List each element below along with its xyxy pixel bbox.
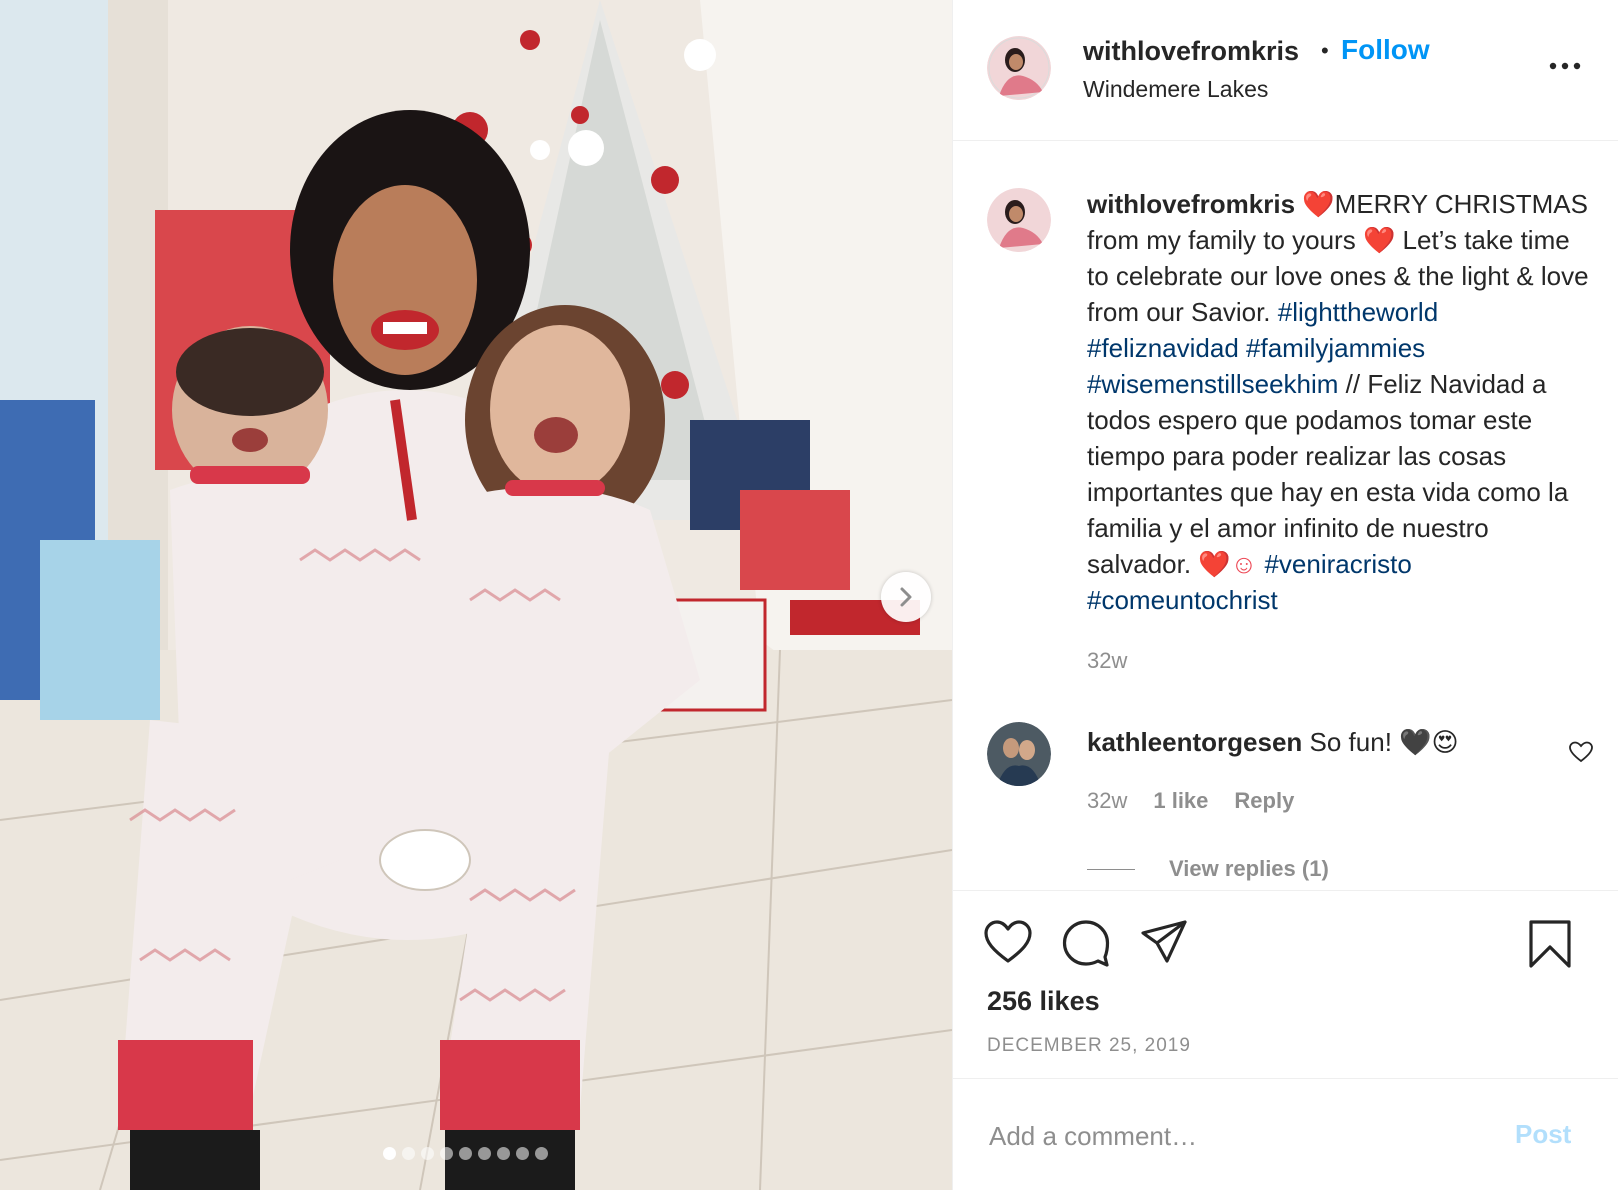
carousel-dot	[478, 1147, 491, 1160]
carousel-dot	[440, 1147, 453, 1160]
comment-likes[interactable]: 1 like	[1153, 788, 1208, 814]
hashtag-link[interactable]: #comeuntochrist	[1087, 585, 1278, 615]
commenter-username[interactable]: kathleentorgesen	[1087, 727, 1302, 757]
reply-button[interactable]: Reply	[1234, 788, 1294, 814]
separator-dot: •	[1321, 38, 1329, 63]
commenter-avatar[interactable]	[987, 722, 1051, 786]
post-details-panel: withlovefromkris • Follow Windemere Lake…	[952, 0, 1618, 1190]
hashtag-link[interactable]: #veniracristo	[1264, 549, 1411, 579]
post-date[interactable]: DECEMBER 25, 2019	[987, 1035, 1191, 1057]
divider-line	[1087, 868, 1135, 870]
post-location[interactable]: Windemere Lakes	[1083, 76, 1268, 103]
heart-icon[interactable]	[983, 919, 1033, 965]
carousel-indicator	[383, 1147, 548, 1160]
avatar-image	[987, 722, 1051, 786]
post-comment-button[interactable]: Post	[1515, 1119, 1571, 1150]
avatar-image	[987, 36, 1051, 100]
more-options-icon[interactable]	[1545, 56, 1585, 76]
carousel-dot	[516, 1147, 529, 1160]
add-comment-section: Post	[953, 1078, 1618, 1191]
carousel-dot	[459, 1147, 472, 1160]
carousel-dot	[402, 1147, 415, 1160]
carousel-dot	[421, 1147, 434, 1160]
comment-body: So fun! 🖤😍	[1309, 727, 1459, 757]
follow-button[interactable]: Follow	[1341, 34, 1430, 66]
comment-timestamp[interactable]: 32w	[1087, 788, 1127, 814]
hashtag-link[interactable]: #lighttheworld	[1278, 297, 1438, 327]
caption-text: withlovefromkris ❤️MERRY CHRISTMAS from …	[1087, 186, 1597, 618]
heart-emoji: ❤️	[1362, 225, 1396, 255]
author-avatar[interactable]	[987, 36, 1051, 100]
caption-username[interactable]: withlovefromkris	[1087, 189, 1295, 219]
hashtag-link[interactable]: #wisemenstillseekhim	[1087, 369, 1338, 399]
caption-part: // Feliz Navidad a todos espero que poda…	[1087, 369, 1569, 579]
comment-text: kathleentorgesen So fun! 🖤😍	[1087, 724, 1459, 760]
emoji: ❤️☺	[1198, 549, 1258, 579]
caption-author-avatar[interactable]	[987, 188, 1051, 252]
carousel-dot	[383, 1147, 396, 1160]
carousel-next-button[interactable]	[881, 572, 931, 622]
comment-icon[interactable]	[1061, 919, 1111, 967]
post-header: withlovefromkris • Follow Windemere Lake…	[953, 0, 1618, 141]
bookmark-icon[interactable]	[1527, 919, 1573, 969]
comment-meta: 32w 1 like Reply	[1087, 788, 1294, 814]
view-replies-button[interactable]: View replies (1)	[1087, 856, 1329, 882]
chevron-right-icon	[900, 587, 912, 607]
heart-icon[interactable]	[1568, 740, 1594, 764]
share-icon[interactable]	[1139, 919, 1189, 965]
avatar-image	[987, 188, 1051, 252]
carousel-dot	[497, 1147, 510, 1160]
carousel-dot	[535, 1147, 548, 1160]
likes-count[interactable]: 256 likes	[987, 986, 1100, 1017]
author-username[interactable]: withlovefromkris	[1083, 36, 1299, 67]
caption-timestamp[interactable]: 32w	[1087, 648, 1127, 674]
view-replies-label: View replies (1)	[1169, 856, 1329, 881]
post-photo[interactable]	[0, 0, 952, 1190]
comment-input[interactable]	[987, 1115, 1491, 1157]
hashtag-link[interactable]: #familyjammies	[1246, 333, 1425, 363]
hashtag-link[interactable]: #feliznavidad	[1087, 333, 1239, 363]
heart-emoji: ❤️	[1302, 189, 1335, 219]
photo-scene	[0, 0, 952, 1190]
instagram-post: withlovefromkris • Follow Windemere Lake…	[0, 0, 1618, 1190]
